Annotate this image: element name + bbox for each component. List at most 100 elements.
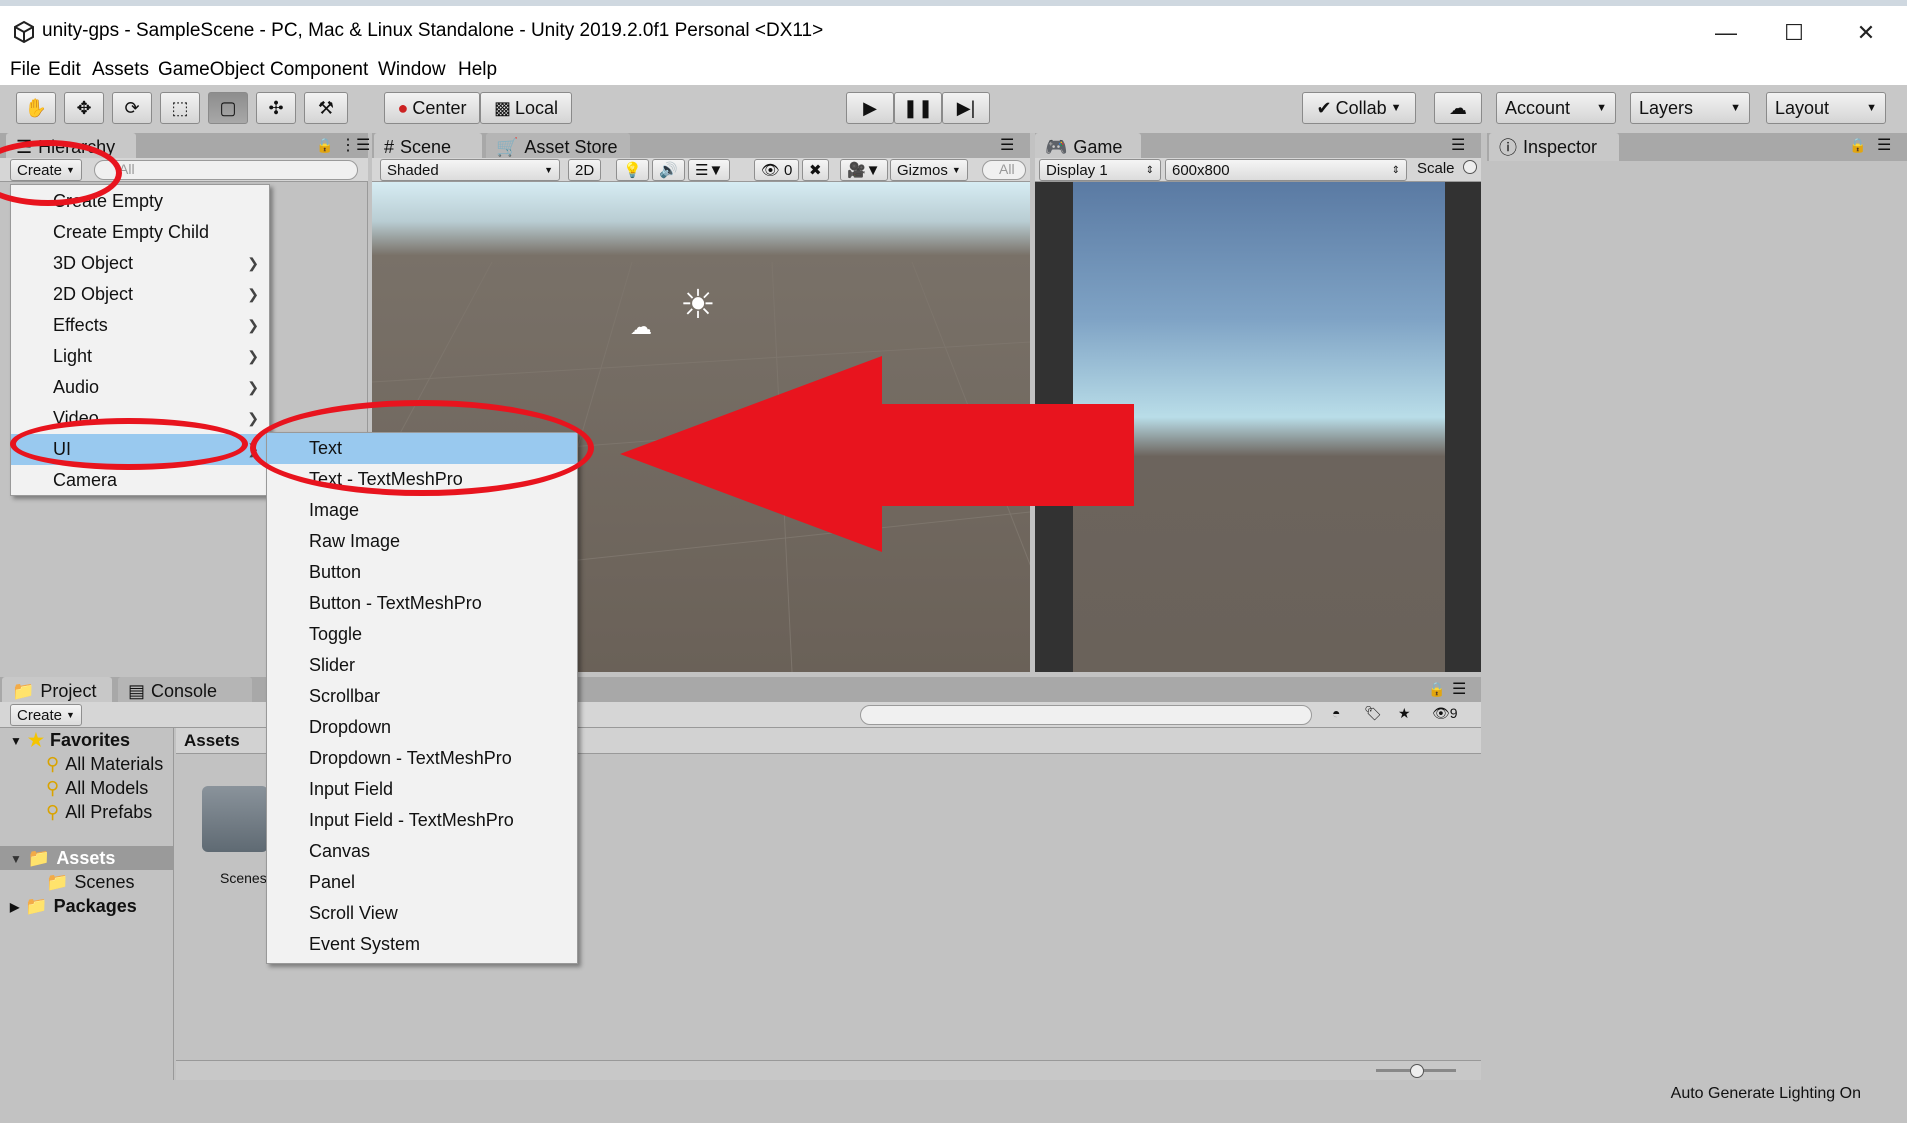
menu-edit[interactable]: Edit: [48, 59, 81, 81]
shading-mode-dropdown[interactable]: Shaded ▼: [380, 159, 560, 181]
game-tab-strip: 🎮 Game ☰: [1035, 133, 1481, 161]
project-create-button[interactable]: Create ▼: [10, 704, 82, 726]
menu-item-3d-object[interactable]: 3D Object ❯: [11, 248, 269, 279]
favorites-item[interactable]: ⚲ All Materials: [46, 754, 163, 775]
menu-item-light[interactable]: Light ❯: [11, 341, 269, 372]
directional-light-icon[interactable]: ☀: [680, 282, 716, 328]
search-by-label-icon[interactable]: 🏷: [1364, 705, 1382, 722]
submenu-item-panel[interactable]: Panel: [267, 867, 577, 898]
tab-inspector[interactable]: ⓘ Inspector: [1489, 133, 1619, 161]
scene-search-input[interactable]: All: [982, 160, 1026, 180]
tab-console[interactable]: ▤ Console: [118, 677, 252, 705]
menu-help[interactable]: Help: [458, 59, 497, 81]
favorite-star-icon[interactable]: ★: [1398, 705, 1411, 722]
folder-icon: 📁: [25, 896, 48, 916]
menu-item-audio[interactable]: Audio ❯: [11, 372, 269, 403]
menu-component[interactable]: Component: [270, 59, 368, 81]
rotate-tool-icon[interactable]: ⟳: [112, 92, 152, 124]
menu-item-effects[interactable]: Effects ❯: [11, 310, 269, 341]
menu-window[interactable]: Window: [378, 59, 446, 81]
menu-assets[interactable]: Assets: [92, 59, 149, 81]
rect-tool-icon[interactable]: ▢: [208, 92, 248, 124]
favorites-item[interactable]: ⚲ All Prefabs: [46, 802, 152, 823]
breadcrumb[interactable]: Assets: [184, 731, 240, 751]
status-bar: Auto Generate Lighting On: [0, 1080, 1907, 1110]
panel-menu-icon[interactable]: ⋮☰: [340, 135, 370, 155]
zoom-slider-handle[interactable]: [1410, 1064, 1424, 1078]
tab-asset-store[interactable]: 🛒 Asset Store: [486, 133, 630, 161]
lock-icon[interactable]: 🔒: [1849, 137, 1866, 154]
check-icon: ✔: [1316, 97, 1332, 118]
lock-icon[interactable]: 🔒: [316, 137, 333, 154]
panel-menu-icon[interactable]: ☰: [1000, 135, 1014, 155]
scale-tool-icon[interactable]: ⬚: [160, 92, 200, 124]
packages-folder[interactable]: ▶ 📁 Packages: [10, 896, 137, 917]
hierarchy-search-input[interactable]: All: [94, 160, 358, 180]
tab-game[interactable]: 🎮 Game: [1035, 133, 1141, 161]
layout-dropdown[interactable]: Layout ▼: [1766, 92, 1886, 124]
cloud-icon[interactable]: ☁: [1434, 92, 1482, 124]
pivot-center-button[interactable]: ● Center: [384, 92, 480, 124]
gizmos-dropdown[interactable]: Gizmos ▼: [890, 159, 968, 181]
scenes-folder[interactable]: 📁 Scenes: [46, 872, 134, 893]
space-local-button[interactable]: ▩ Local: [480, 92, 572, 124]
step-icon[interactable]: ▶|: [942, 92, 990, 124]
submenu-item-slider[interactable]: Slider: [267, 650, 577, 681]
submenu-item-canvas[interactable]: Canvas: [267, 836, 577, 867]
scale-slider-handle[interactable]: [1463, 160, 1477, 174]
menu-gameobject[interactable]: GameObject: [158, 59, 265, 81]
submenu-item-button[interactable]: Button: [267, 557, 577, 588]
submenu-item-dropdown[interactable]: Dropdown: [267, 712, 577, 743]
display-dropdown[interactable]: Display 1 ⇕: [1039, 159, 1161, 181]
menu-file[interactable]: File: [10, 59, 41, 81]
close-icon[interactable]: ✕: [1846, 16, 1886, 50]
maximize-icon[interactable]: ☐: [1774, 16, 1814, 50]
menu-item-create-empty-child[interactable]: Create Empty Child: [11, 217, 269, 248]
lock-icon[interactable]: 🔒: [1428, 681, 1445, 698]
panel-menu-icon[interactable]: ☰: [1877, 135, 1891, 155]
favorites-item[interactable]: ⚲ All Models: [46, 778, 148, 799]
favorites-folder[interactable]: ▼ ★ Favorites: [10, 730, 130, 751]
submenu-item-toggle[interactable]: Toggle: [267, 619, 577, 650]
scale-label: Scale: [1417, 160, 1455, 177]
chevron-down-icon: ▼: [1730, 102, 1741, 114]
submenu-item-raw-image[interactable]: Raw Image: [267, 526, 577, 557]
panel-menu-icon[interactable]: ☰: [1451, 135, 1465, 155]
camera-gizmo-icon[interactable]: ☁: [630, 314, 652, 340]
hand-tool-icon[interactable]: ✋: [16, 92, 56, 124]
lighting-icon[interactable]: 💡: [616, 159, 649, 181]
move-tool-icon[interactable]: ✥: [64, 92, 104, 124]
effects-icon[interactable]: ☰▼: [688, 159, 731, 181]
submenu-item-input-field-textmeshpro[interactable]: Input Field - TextMeshPro: [267, 805, 577, 836]
hidden-packages-toggle[interactable]: 👁9: [1432, 705, 1458, 722]
pause-icon[interactable]: ❚❚: [894, 92, 942, 124]
minimize-icon[interactable]: —: [1706, 16, 1746, 50]
submenu-item-scroll-view[interactable]: Scroll View: [267, 898, 577, 929]
submenu-item-image[interactable]: Image: [267, 495, 577, 526]
submenu-item-event-system[interactable]: Event System: [267, 929, 577, 960]
tab-project[interactable]: 📁 Project: [2, 677, 112, 705]
submenu-item-scrollbar[interactable]: Scrollbar: [267, 681, 577, 712]
tools-icon[interactable]: ✖: [802, 159, 829, 181]
transform-tool-icon[interactable]: ✣: [256, 92, 296, 124]
hidden-objects-toggle[interactable]: 👁 0: [754, 159, 800, 181]
project-search-input[interactable]: [860, 705, 1312, 725]
submenu-item-dropdown-textmeshpro[interactable]: Dropdown - TextMeshPro: [267, 743, 577, 774]
collab-button[interactable]: ✔ Collab ▼: [1302, 92, 1416, 124]
menu-item-2d-object[interactable]: 2D Object ❯: [11, 279, 269, 310]
folder-icon[interactable]: [202, 786, 268, 852]
audio-icon[interactable]: 🔊: [652, 159, 685, 181]
submenu-item-button-textmeshpro[interactable]: Button - TextMeshPro: [267, 588, 577, 619]
tab-scene[interactable]: # Scene: [374, 133, 482, 161]
assets-folder[interactable]: ▼ 📁 Assets: [10, 848, 115, 869]
play-icon[interactable]: ▶: [846, 92, 894, 124]
account-dropdown[interactable]: Account ▼: [1496, 92, 1616, 124]
search-by-type-icon[interactable]: ◓: [1332, 705, 1340, 721]
layers-dropdown[interactable]: Layers ▼: [1630, 92, 1750, 124]
resolution-dropdown[interactable]: 600x800 ⇕: [1165, 159, 1407, 181]
mode-2d-toggle[interactable]: 2D: [568, 159, 602, 181]
custom-tool-icon[interactable]: ⚒: [304, 92, 348, 124]
panel-menu-icon[interactable]: ☰: [1452, 679, 1466, 699]
submenu-item-input-field[interactable]: Input Field: [267, 774, 577, 805]
camera-icon[interactable]: 🎥▼: [840, 159, 888, 181]
